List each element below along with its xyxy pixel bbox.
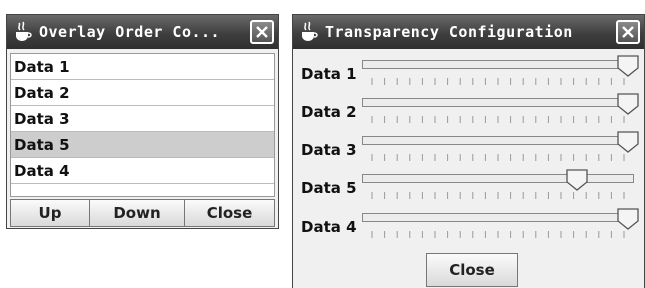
slider-label: Data 5	[301, 179, 357, 197]
slider-thumb[interactable]	[616, 54, 640, 78]
list-item[interactable]: Data 5	[11, 132, 274, 158]
transparency-titlebar[interactable]: Transparency Configuration	[293, 15, 644, 49]
slider-ticks	[371, 192, 625, 199]
slider-ticks	[371, 78, 625, 85]
java-cup-icon	[13, 21, 33, 43]
list-item[interactable]: Data 1	[11, 54, 274, 80]
up-button[interactable]: Up	[10, 199, 90, 227]
list-item[interactable]: Data 2	[11, 80, 274, 106]
transparency-slider-row: Data 3	[301, 130, 641, 173]
window-title: Transparency Configuration	[325, 23, 573, 41]
slider-thumb[interactable]	[616, 92, 640, 116]
transparency-slider-row: Data 2	[301, 92, 641, 135]
slider-label: Data 2	[301, 103, 357, 121]
transparency-slider-row: Data 4	[301, 207, 641, 250]
overlay-order-titlebar[interactable]: Overlay Order Co...	[7, 15, 278, 49]
slider-track[interactable]	[362, 213, 634, 222]
transparency-slider-row: Data 5	[301, 168, 641, 211]
slider-label: Data 3	[301, 141, 357, 159]
overlay-order-list[interactable]: Data 1 Data 2 Data 3 Data 5 Data 4	[10, 53, 275, 197]
slider-label: Data 1	[301, 65, 357, 83]
list-item[interactable]: Data 3	[11, 106, 274, 132]
slider-track[interactable]	[362, 136, 634, 145]
close-window-button[interactable]	[250, 20, 274, 44]
slider-track[interactable]	[362, 174, 634, 183]
java-cup-icon	[299, 21, 319, 43]
slider-thumb[interactable]	[616, 130, 640, 154]
button-bar: Up Down Close	[10, 199, 275, 227]
slider-ticks	[371, 116, 625, 123]
down-button[interactable]: Down	[90, 199, 185, 227]
transparency-slider-row: Data 1	[301, 54, 641, 97]
slider-thumb[interactable]	[565, 168, 589, 192]
window-title: Overlay Order Co...	[39, 23, 221, 41]
close-button[interactable]: Close	[185, 199, 275, 227]
slider-thumb[interactable]	[616, 207, 640, 231]
slider-ticks	[371, 231, 625, 238]
close-window-button[interactable]	[616, 20, 640, 44]
close-icon	[622, 26, 634, 38]
transparency-config-window: Transparency Configuration Data 1 Data 2 D…	[292, 14, 645, 288]
slider-track[interactable]	[362, 60, 634, 69]
slider-track[interactable]	[362, 98, 634, 107]
slider-ticks	[371, 154, 625, 161]
overlay-order-window: Overlay Order Co... Data 1 Data 2 Data 3 Da…	[6, 14, 279, 229]
slider-label: Data 4	[301, 218, 357, 236]
close-icon	[256, 26, 268, 38]
list-item[interactable]: Data 4	[11, 158, 274, 184]
close-button[interactable]: Close	[426, 253, 518, 287]
